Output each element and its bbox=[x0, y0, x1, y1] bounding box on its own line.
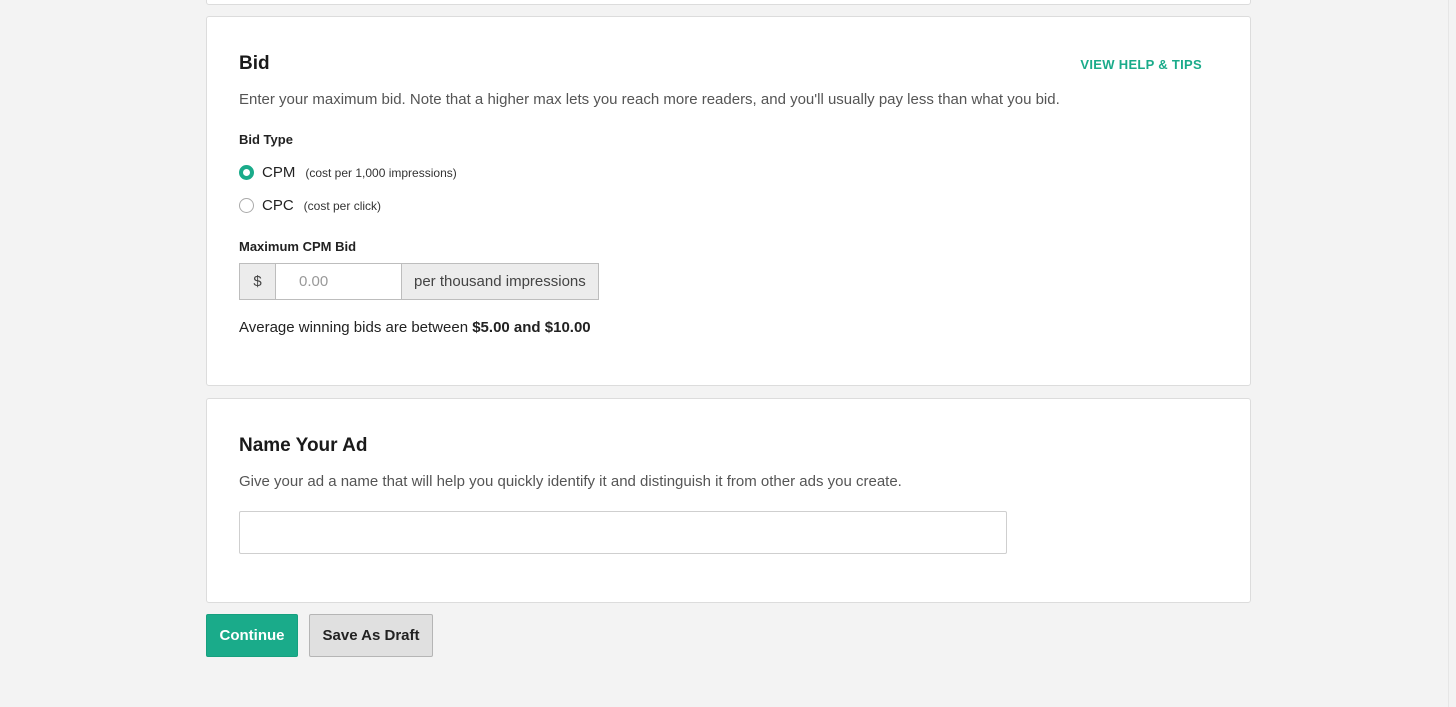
max-bid-label: Maximum CPM Bid bbox=[239, 239, 357, 254]
name-description: Give your ad a name that will help you q… bbox=[239, 473, 902, 490]
bid-section-title: Bid bbox=[239, 53, 270, 74]
view-help-tips-link[interactable]: VIEW HELP & TIPS bbox=[1080, 57, 1202, 72]
average-winning-bids: Average winning bids are between $5.00 a… bbox=[239, 319, 591, 336]
cpm-radio-button[interactable] bbox=[239, 165, 254, 180]
cpm-hint: (cost per 1,000 impressions) bbox=[305, 165, 457, 180]
save-as-draft-button[interactable]: Save As Draft bbox=[309, 614, 433, 657]
bid-type-label: Bid Type bbox=[239, 132, 293, 147]
average-bids-range: $5.00 and $10.00 bbox=[472, 319, 591, 336]
previous-section-card bbox=[206, 0, 1251, 5]
max-bid-input[interactable] bbox=[275, 263, 402, 300]
radio-option-cpm[interactable]: CPM (cost per 1,000 impressions) bbox=[239, 164, 457, 181]
cpc-hint: (cost per click) bbox=[303, 198, 382, 213]
per-thousand-suffix: per thousand impressions bbox=[402, 263, 599, 300]
max-bid-input-group: $ per thousand impressions bbox=[239, 263, 599, 300]
bid-description: Enter your maximum bid. Note that a high… bbox=[239, 91, 1060, 108]
continue-button[interactable]: Continue bbox=[206, 614, 298, 657]
cpc-radio-button[interactable] bbox=[239, 198, 254, 213]
name-section-title: Name Your Ad bbox=[239, 435, 368, 456]
average-bids-text: Average winning bids are between bbox=[239, 319, 469, 336]
cpm-label: CPM bbox=[262, 164, 296, 181]
currency-symbol: $ bbox=[239, 263, 275, 300]
scrollbar-track[interactable] bbox=[1448, 0, 1456, 707]
radio-option-cpc[interactable]: CPC (cost per click) bbox=[239, 197, 381, 214]
name-your-ad-section: Name Your Ad Give your ad a name that wi… bbox=[206, 398, 1251, 603]
cpc-label: CPC bbox=[262, 197, 294, 214]
bid-section: Bid VIEW HELP & TIPS Enter your maximum … bbox=[206, 16, 1251, 386]
ad-name-input[interactable] bbox=[239, 511, 1007, 554]
